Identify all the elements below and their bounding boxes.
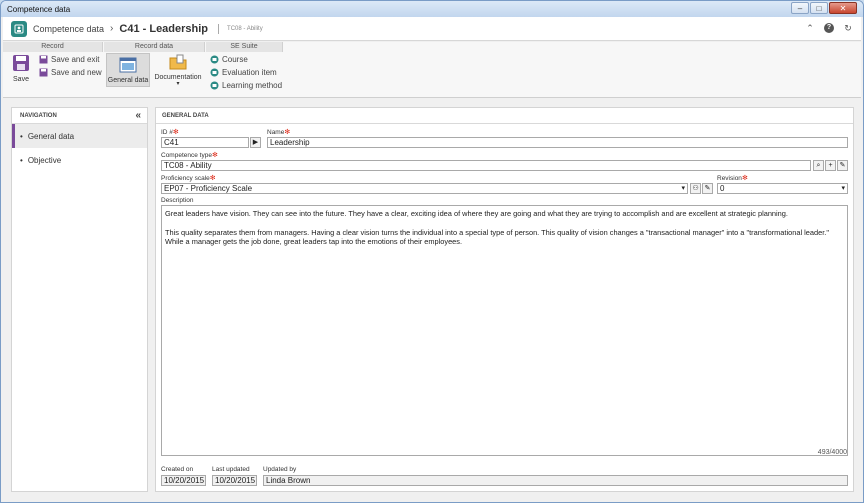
evaluation-item-button[interactable]: Evaluation item — [210, 68, 277, 77]
general-data-icon — [107, 57, 149, 75]
evaluation-item-label: Evaluation item — [222, 68, 277, 77]
record-title: C41 - Leadership — [119, 22, 209, 35]
name-input[interactable]: Leadership — [267, 137, 848, 148]
folder-icon — [154, 54, 202, 72]
save-and-new-button[interactable]: Save and new — [39, 68, 102, 77]
last-updated-field: 10/20/2015 — [212, 475, 257, 486]
refresh-icon[interactable]: ↻ — [843, 23, 853, 33]
binoculars-icon[interactable]: ⚇ — [690, 183, 701, 194]
learning-method-label: Learning method — [222, 81, 283, 90]
general-data-label: General data — [107, 77, 149, 84]
breadcrumb-root[interactable]: Competence data — [33, 24, 104, 34]
save-and-exit-button[interactable]: Save and exit — [39, 55, 99, 64]
learning-method-icon — [210, 81, 219, 90]
section-header: GENERAL DATA — [156, 108, 853, 124]
bullet-icon: • — [20, 155, 23, 165]
course-label: Course — [222, 55, 248, 64]
save-and-new-icon — [39, 68, 48, 77]
last-updated-label: Last updated — [212, 466, 250, 473]
nav-item-label: Objective — [27, 155, 62, 165]
save-and-exit-label: Save and exit — [51, 55, 100, 64]
ribbon-toolbar: Record Save Save and exit Save and new R… — [3, 42, 861, 98]
character-counter: 493/4000 — [817, 449, 847, 456]
proficiency-scale-label: Proficiency scale✻ — [161, 175, 216, 182]
save-label: Save — [13, 76, 29, 83]
evaluation-item-icon — [210, 68, 219, 77]
required-icon: ✻ — [741, 175, 748, 182]
close-window-button[interactable]: ✕ — [829, 2, 857, 14]
revision-select[interactable]: 0 ▾ — [717, 183, 848, 194]
nav-item-objective[interactable]: • Objective — [12, 148, 147, 172]
minimize-button[interactable]: – — [791, 2, 809, 14]
learning-method-button[interactable]: Learning method — [210, 81, 282, 90]
created-on-field: 10/20/2015 — [161, 475, 206, 486]
revision-value: 0 — [720, 184, 725, 193]
description-textarea[interactable]: Great leaders have vision. They can see … — [161, 205, 848, 456]
ribbon-group-title: Record data — [104, 42, 205, 52]
nav-item-label: General data — [27, 131, 75, 141]
course-icon — [210, 55, 219, 64]
breadcrumb-separator: › — [110, 23, 114, 34]
general-data-section: GENERAL DATA ID #✻ C41 ▶ Name✻ Leadershi… — [155, 107, 854, 492]
record-subtitle: TC08 - Ability — [227, 25, 263, 32]
window-titlebar: Competence data – □ ✕ — [1, 1, 863, 17]
id-input[interactable]: C41 — [161, 137, 249, 148]
updated-by-field: Linda Brown — [263, 475, 848, 486]
description-paragraph: Great leaders have vision. They can see … — [165, 209, 788, 218]
bullet-icon: • — [20, 131, 23, 141]
window-controls: – □ ✕ — [791, 2, 857, 14]
documentation-label: Documentation — [154, 74, 202, 81]
save-and-new-label: Save and new — [51, 68, 102, 77]
dropdown-arrow-icon: ▾ — [176, 81, 180, 87]
ribbon-group-title: Record — [3, 42, 103, 52]
updated-by-label: Updated by — [263, 466, 297, 473]
competence-type-field[interactable]: TC08 - Ability — [161, 160, 811, 171]
description-label: Description — [161, 197, 194, 204]
competence-data-window: Competence data – □ ✕ Competence data › … — [0, 0, 864, 503]
window-title: Competence data — [7, 4, 71, 14]
chevron-down-icon: ▾ — [681, 185, 685, 192]
navigation-header: NAVIGATION « — [12, 108, 147, 124]
navigation-panel: NAVIGATION « • General data • Objective — [11, 107, 148, 492]
clear-broom-icon[interactable]: ✎ — [837, 160, 848, 171]
next-id-arrow-icon[interactable]: ▶ — [250, 137, 261, 148]
collapse-panel-icon[interactable]: « — [135, 111, 141, 121]
competence-type-label: Competence type✻ — [161, 152, 218, 159]
revision-label: Revision✻ — [717, 175, 748, 182]
required-icon: ✻ — [211, 152, 218, 159]
add-icon[interactable]: + — [825, 160, 836, 171]
maximize-button[interactable]: □ — [810, 2, 828, 14]
help-icon[interactable]: ? — [824, 23, 834, 33]
ribbon-group-record: Record Save Save and exit Save and new — [3, 42, 103, 98]
save-button[interactable]: Save — [9, 54, 33, 83]
save-and-exit-icon — [39, 55, 48, 64]
required-icon: ✻ — [284, 129, 291, 136]
ribbon-group-record-data: Record data General data Documentation ▾ — [104, 42, 205, 98]
header-divider — [218, 23, 220, 34]
description-paragraph: This quality separates them from manager… — [165, 227, 829, 247]
general-data-button[interactable]: General data — [106, 53, 150, 87]
chevron-down-icon: ▾ — [841, 185, 845, 192]
search-icon[interactable]: ⌕ — [813, 160, 824, 171]
proficiency-scale-select[interactable]: EP07 - Proficiency Scale ▾ — [161, 183, 688, 194]
clear-broom-icon[interactable]: ✎ — [702, 183, 713, 194]
proficiency-scale-value: EP07 - Proficiency Scale — [164, 184, 253, 193]
documentation-button[interactable]: Documentation ▾ — [154, 54, 202, 87]
id-field-label: ID #✻ — [161, 129, 179, 136]
course-button[interactable]: Course — [210, 55, 248, 64]
nav-item-general-data[interactable]: • General data — [12, 124, 147, 148]
created-on-label: Created on — [161, 466, 194, 473]
record-header: Competence data › C41 - Leadership TC08 … — [3, 17, 861, 41]
required-icon: ✻ — [209, 175, 216, 182]
required-icon: ✻ — [172, 129, 179, 136]
ribbon-group-se-suite: SE Suite Course Evaluation item Learning… — [206, 42, 283, 98]
collapse-up-icon[interactable]: ⌃ — [805, 23, 815, 33]
competence-logo-icon — [11, 20, 27, 37]
header-actions: ⌃ ? ↻ — [805, 23, 853, 33]
navigation-title: NAVIGATION — [20, 112, 57, 119]
ribbon-group-title: SE Suite — [206, 42, 283, 52]
name-field-label: Name✻ — [267, 129, 291, 136]
save-icon — [9, 54, 33, 74]
